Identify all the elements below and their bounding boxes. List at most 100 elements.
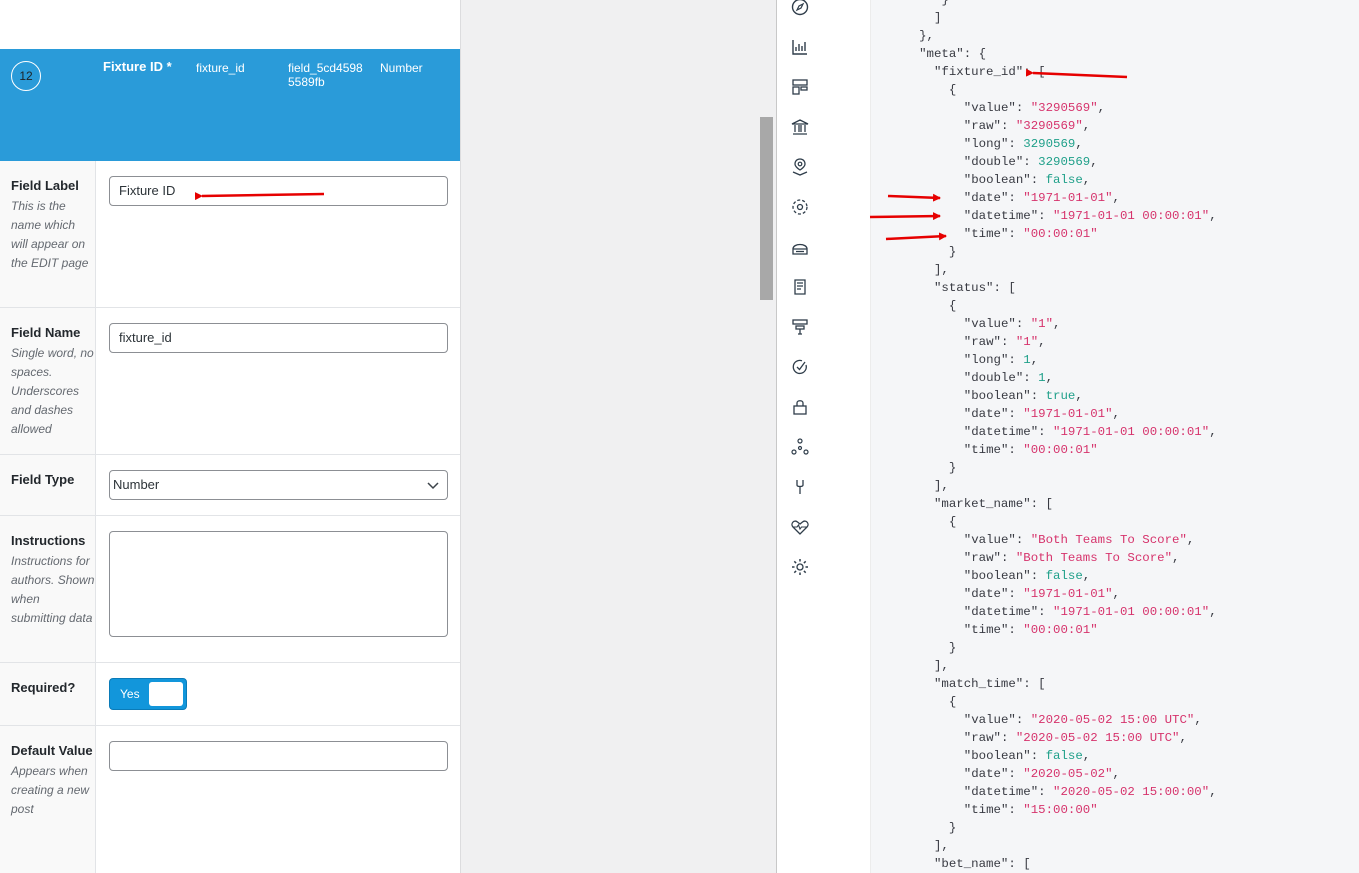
field-header-label[interactable]: Fixture ID *	[103, 60, 172, 74]
code-token: "value"	[963, 317, 1016, 331]
code-line: }	[949, 459, 956, 477]
field-label-input[interactable]: Fixture ID	[109, 176, 448, 206]
code-token: : {	[963, 47, 987, 61]
code-token: "time"	[963, 227, 1009, 241]
code-token: "bet_name"	[934, 857, 1009, 871]
code-line: "raw": "1",	[964, 333, 1046, 351]
code-line: "raw": "Both Teams To Score",	[964, 549, 1180, 567]
code-token: ]	[934, 11, 942, 25]
code-literal: false	[1045, 569, 1083, 583]
chart-icon[interactable]	[790, 37, 810, 57]
funnel-icon[interactable]	[790, 317, 810, 337]
code-token: :	[1000, 119, 1016, 133]
code-line: }	[949, 819, 956, 837]
field-type-row: Field Type Number	[0, 455, 460, 516]
code-line: ],	[934, 837, 949, 855]
code-literal: true	[1045, 389, 1076, 403]
instructions-textarea[interactable]	[109, 531, 448, 637]
code-line: "double": 1,	[964, 369, 1053, 387]
code-token: :	[1030, 389, 1046, 403]
code-token: ,	[1082, 749, 1091, 763]
map-pin-icon[interactable]	[790, 157, 810, 177]
code-token: "date"	[963, 407, 1009, 421]
tool-sidebar	[777, 0, 824, 873]
code-line: "raw": "2020-05-02 15:00 UTC",	[964, 729, 1187, 747]
code-token: ,	[1082, 569, 1091, 583]
code-token: }	[948, 641, 957, 655]
code-line: "boolean": false,	[964, 747, 1090, 765]
code-line: "long": 1,	[964, 351, 1038, 369]
code-line: {	[949, 297, 956, 315]
field-name-input[interactable]: fixture_id	[109, 323, 448, 353]
compass-icon[interactable]	[790, 0, 810, 17]
layout-icon[interactable]	[790, 77, 810, 97]
required-toggle[interactable]: Yes	[109, 678, 187, 710]
database-icon[interactable]	[790, 237, 810, 257]
code-token: :	[1008, 191, 1024, 205]
code-token: ,	[1082, 173, 1091, 187]
document-icon[interactable]	[790, 277, 810, 297]
code-token: "date"	[963, 767, 1009, 781]
code-token: :	[1000, 731, 1016, 745]
code-token: }	[948, 821, 957, 835]
code-line: },	[919, 27, 934, 45]
chevron-down-icon	[427, 482, 439, 490]
field-name-row: Field Name Single word, no spaces. Under…	[0, 308, 460, 455]
code-token: "boolean"	[963, 749, 1031, 763]
code-string: "1"	[1015, 335, 1039, 349]
empty-area	[461, 0, 776, 873]
scrollbar-thumb[interactable]	[760, 117, 773, 300]
code-line: ],	[934, 657, 949, 675]
row-title: Required?	[11, 680, 76, 695]
code-token: ],	[934, 263, 949, 277]
code-token: :	[1008, 407, 1024, 421]
code-token: "match_time"	[934, 677, 1024, 691]
code-line: ],	[934, 261, 949, 279]
code-token: },	[919, 29, 934, 43]
gear-icon[interactable]	[790, 557, 810, 577]
code-token: "date"	[963, 191, 1009, 205]
field-order-badge: 12	[11, 61, 41, 91]
code-token: {	[948, 83, 957, 97]
json-code-viewer[interactable]: }]}, "meta": { "fixture_id": [ { "value": "3…	[870, 0, 1359, 873]
code-token: ,	[1075, 137, 1083, 151]
sync-icon[interactable]	[790, 197, 810, 217]
code-string: "2020-05-02 15:00:00"	[1053, 785, 1210, 799]
code-token: "long"	[963, 137, 1009, 151]
code-line: "time": "00:00:01"	[964, 621, 1098, 639]
code-token: "datetime"	[963, 209, 1039, 223]
code-string: "Both Teams To Score"	[1030, 533, 1187, 547]
tool-icon[interactable]	[790, 477, 810, 497]
code-token: "date"	[963, 587, 1009, 601]
code-token: ,	[1090, 155, 1098, 169]
code-token: :	[1030, 173, 1046, 187]
bank-icon[interactable]	[790, 117, 810, 137]
code-string: "1971-01-01 00:00:01"	[1053, 605, 1210, 619]
row-title: Field Type	[11, 472, 75, 487]
code-line: "boolean": true,	[964, 387, 1083, 405]
code-token: "time"	[963, 803, 1009, 817]
code-token: "meta"	[919, 47, 964, 61]
code-line: "time": "00:00:01"	[964, 441, 1098, 459]
toggle-label: Yes	[120, 687, 140, 701]
code-token: "status"	[934, 281, 994, 295]
code-string: "3290569"	[1030, 101, 1098, 115]
heartbeat-icon[interactable]	[790, 517, 810, 537]
code-token: {	[948, 515, 957, 529]
code-string: "00:00:01"	[1023, 623, 1098, 637]
code-token: ,	[1112, 191, 1120, 205]
network-icon[interactable]	[790, 437, 810, 457]
code-token: :	[1008, 443, 1024, 457]
code-line: "market_name": [	[934, 495, 1053, 513]
code-token: :	[1015, 533, 1031, 547]
code-token: ,	[1209, 785, 1217, 799]
check-icon[interactable]	[790, 357, 810, 377]
default-value-input[interactable]	[109, 741, 448, 771]
code-line: "fixture_id": [	[934, 63, 1046, 81]
code-line: "datetime": "1971-01-01 00:00:01",	[964, 423, 1217, 441]
lock-icon[interactable]	[790, 397, 810, 417]
field-type-select[interactable]: Number	[109, 470, 448, 500]
code-line: "value": "3290569",	[964, 99, 1105, 117]
code-string: "15:00:00"	[1023, 803, 1098, 817]
code-line: "datetime": "2020-05-02 15:00:00",	[964, 783, 1217, 801]
